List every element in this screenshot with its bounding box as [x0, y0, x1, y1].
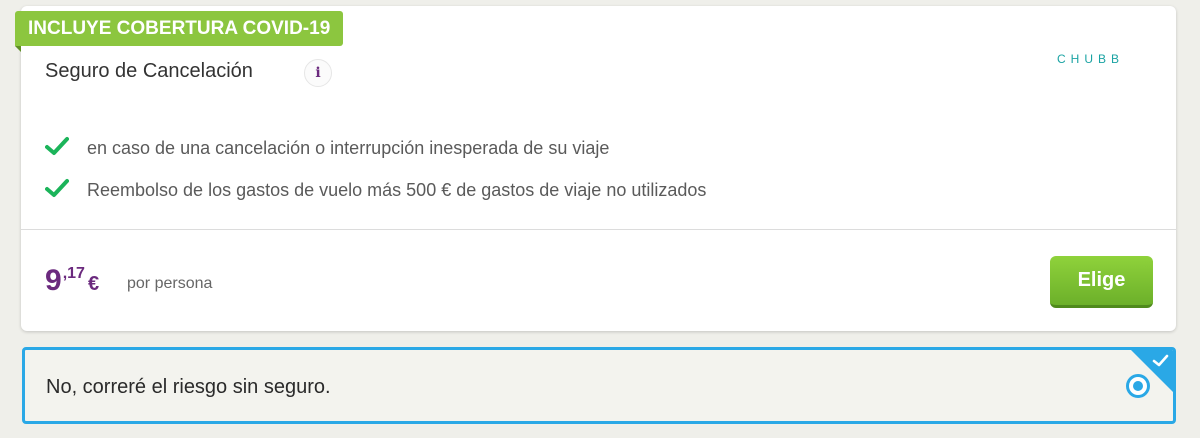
info-icon[interactable]: i [304, 59, 332, 87]
provider-logo: CHUBB [1057, 52, 1125, 66]
price-decimals: ,17 [62, 265, 85, 282]
insurance-card: Seguro de Cancelación i CHUBB en caso de… [21, 6, 1176, 331]
check-icon [45, 137, 69, 155]
radio-selected-icon[interactable] [1126, 374, 1150, 398]
check-icon [45, 179, 69, 197]
price-per-person: por persona [127, 275, 213, 292]
price-currency: € [87, 273, 100, 295]
card-divider [21, 229, 1176, 230]
decline-option-label: No, correré el riesgo sin seguro. [46, 376, 331, 398]
selected-corner-check-icon [1152, 354, 1169, 367]
covid-coverage-badge: INCLUYE COBERTURA COVID-19 [15, 11, 344, 46]
price: 9,17 € [45, 264, 99, 298]
price-integer: 9 [45, 264, 62, 297]
decline-insurance-option[interactable]: No, correré el riesgo sin seguro. [22, 347, 1176, 424]
insurance-title: Seguro de Cancelación [45, 60, 253, 82]
badge-fold [15, 46, 21, 52]
radio-dot [1133, 381, 1143, 391]
feature-text: Reembolso de los gastos de vuelo más 500… [87, 180, 707, 200]
feature-text: en caso de una cancelación o interrupció… [87, 138, 610, 158]
choose-button[interactable]: Elige [1050, 256, 1153, 308]
